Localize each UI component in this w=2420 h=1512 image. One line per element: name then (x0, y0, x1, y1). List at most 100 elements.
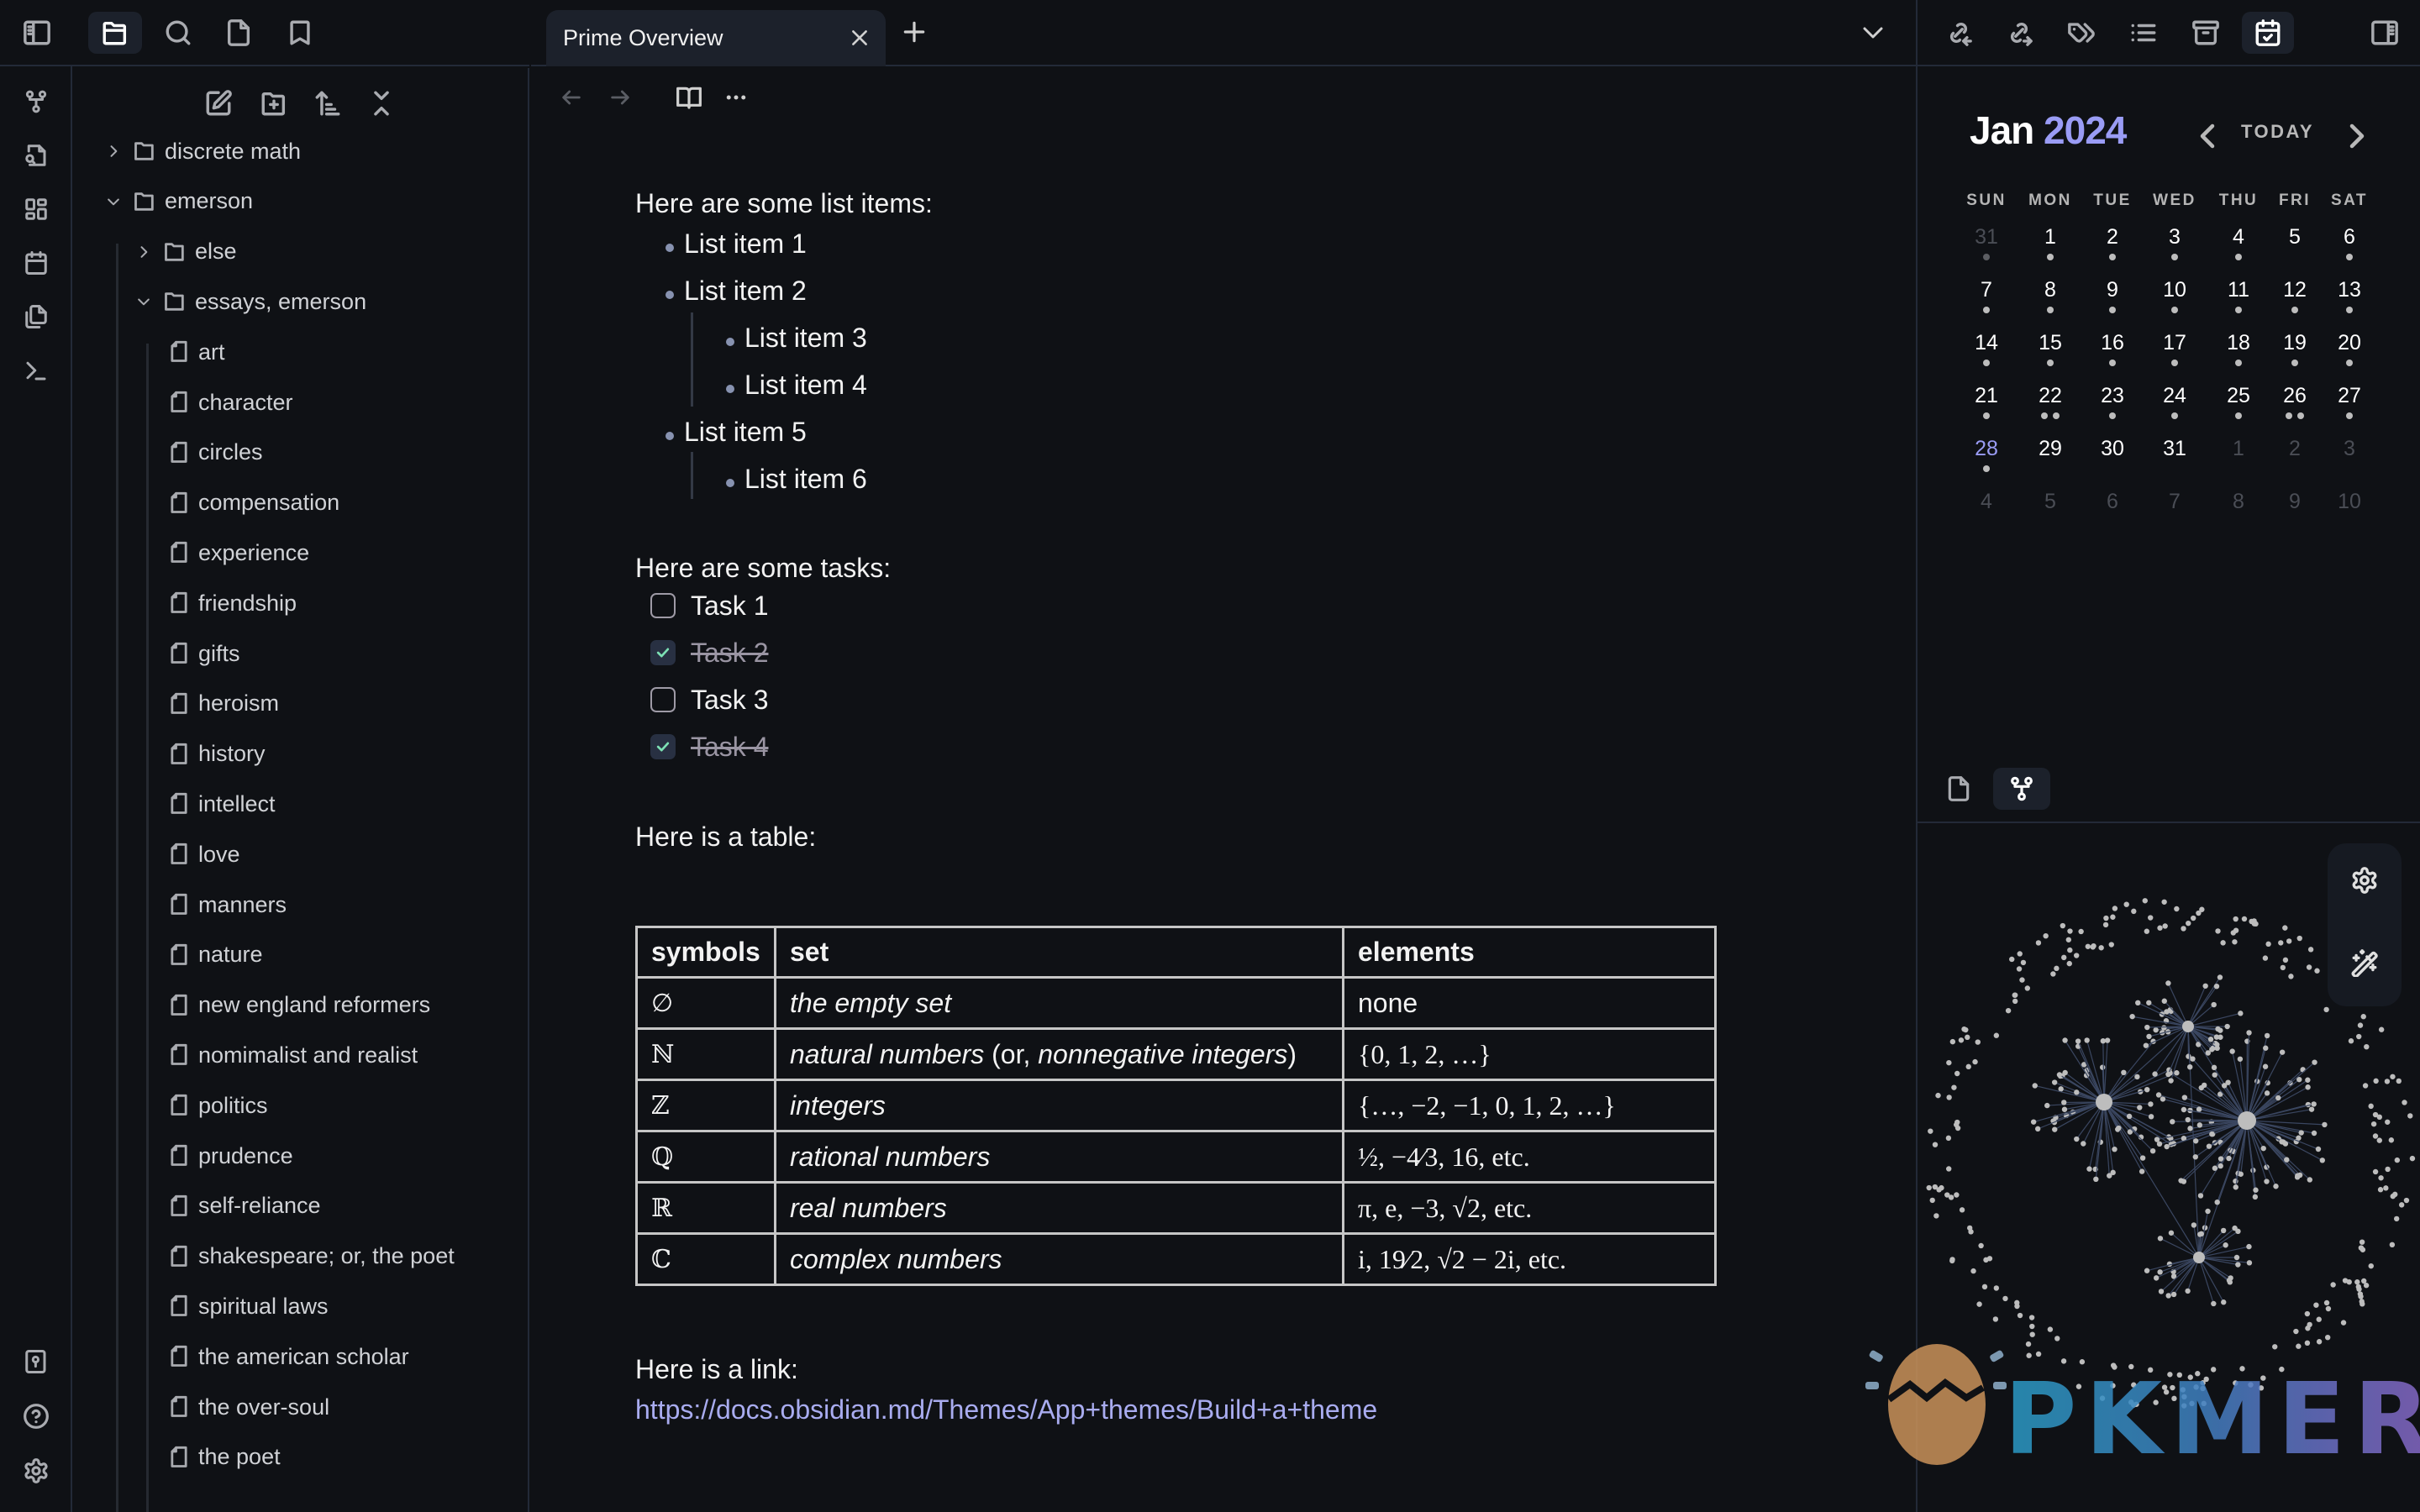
graph-node[interactable] (2200, 1385, 2206, 1392)
graph-node[interactable] (2221, 1299, 2227, 1305)
graph-node[interactable] (1933, 1213, 1939, 1219)
graph-node[interactable] (2108, 942, 2114, 948)
graph-node[interactable] (2305, 1084, 2311, 1090)
tree-file[interactable]: character (161, 379, 293, 426)
graph-node[interactable] (2148, 1101, 2154, 1107)
graph-node[interactable] (2205, 1208, 2211, 1215)
graph-node[interactable] (2044, 1102, 2050, 1109)
graph-node[interactable] (2155, 1092, 2162, 1098)
chevron-right-icon[interactable] (131, 239, 156, 265)
graph-node[interactable] (2372, 1168, 2379, 1175)
graph-node[interactable] (2293, 1328, 2299, 1335)
graph-node[interactable] (2051, 1079, 2058, 1085)
unchecked-checkbox[interactable] (650, 593, 676, 618)
vault-icon[interactable] (18, 1344, 54, 1379)
calendar-day[interactable]: 20 (2320, 331, 2379, 355)
graph-node[interactable] (2246, 1260, 2253, 1266)
graph-node[interactable] (2032, 1083, 2038, 1089)
calendar-check-icon[interactable] (2242, 12, 2294, 54)
graph-node[interactable] (2148, 915, 2154, 921)
graph-node[interactable] (2272, 1344, 2278, 1350)
graph-node[interactable] (2181, 1394, 2187, 1400)
graph-node[interactable] (2074, 1136, 2080, 1142)
graph-node[interactable] (2121, 1069, 2127, 1076)
graph-node[interactable] (2165, 1293, 2171, 1299)
graph-node[interactable] (2210, 1367, 2217, 1373)
chevron-right-icon[interactable] (2344, 121, 2370, 151)
graph-node[interactable] (2251, 921, 2258, 927)
graph-node[interactable] (2009, 956, 2015, 963)
graph-node[interactable] (2052, 1126, 2058, 1132)
calendar-day[interactable]: 9 (2083, 278, 2142, 302)
graph-node[interactable] (2028, 1315, 2035, 1320)
graph-node[interactable] (2079, 1359, 2086, 1365)
graph-node[interactable] (2224, 1023, 2230, 1030)
graph-node[interactable] (1993, 1285, 2000, 1291)
graph-node[interactable] (2112, 1364, 2118, 1370)
calendar-day[interactable]: 22 (2021, 384, 2080, 408)
graph-node[interactable] (1965, 1034, 1970, 1041)
graph-node[interactable] (2356, 1286, 2362, 1292)
graph-node[interactable] (2012, 998, 2018, 1005)
files-icon[interactable] (18, 299, 54, 334)
graph-node[interactable] (2296, 935, 2302, 942)
graph-node[interactable] (2016, 966, 2023, 972)
graph-node[interactable] (2081, 1141, 2086, 1147)
graph-node[interactable] (2153, 1026, 2159, 1033)
graph-node[interactable] (2062, 1069, 2068, 1076)
graph-node[interactable] (2360, 1014, 2366, 1020)
tree-file[interactable]: manners (161, 881, 287, 928)
settings-icon[interactable] (18, 1453, 54, 1488)
graph-node[interactable] (2377, 1187, 2384, 1193)
graph-node[interactable] (2264, 1032, 2270, 1039)
graph-node[interactable] (2180, 1387, 2186, 1393)
graph-node[interactable] (2407, 1113, 2413, 1119)
graph-node[interactable] (2211, 1064, 2217, 1071)
graph-node[interactable] (2171, 1395, 2177, 1402)
graph-node[interactable] (1949, 1257, 1955, 1264)
graph-node[interactable] (2363, 1283, 2370, 1289)
graph-node[interactable] (2262, 955, 2269, 961)
graph-node[interactable] (2185, 1288, 2191, 1294)
graph-node[interactable] (2137, 1105, 2143, 1110)
graph-node[interactable] (2191, 1222, 2197, 1228)
graph-node[interactable] (2148, 1114, 2154, 1120)
chevron-down-icon[interactable] (131, 289, 156, 314)
graph-node[interactable] (2213, 1034, 2220, 1040)
graph-node[interactable] (2304, 1310, 2311, 1317)
graph-node[interactable] (2153, 1275, 2160, 1281)
graph-node[interactable] (2296, 1135, 2302, 1141)
graph-node[interactable] (2187, 1374, 2193, 1380)
graph-node[interactable] (2372, 1133, 2379, 1139)
graph-node[interactable] (2043, 932, 2049, 939)
graph-node[interactable] (2319, 1158, 2326, 1163)
graph-node[interactable] (2253, 1187, 2259, 1193)
graph-node[interactable] (2217, 974, 2223, 980)
graph-node[interactable] (2238, 1011, 2244, 1016)
graph-node[interactable] (2161, 998, 2167, 1004)
graph-node[interactable] (2305, 1077, 2311, 1083)
calendar-day[interactable]: 4 (2209, 225, 2268, 249)
graph-node[interactable] (2067, 947, 2073, 953)
graph-node[interactable] (1970, 1268, 1976, 1274)
calendar-day[interactable]: 18 (2209, 331, 2268, 355)
graph-node[interactable] (2360, 1301, 2365, 1307)
graph-node[interactable] (2161, 1025, 2167, 1031)
tree-file[interactable]: gifts (161, 630, 240, 677)
graph-node[interactable] (1929, 1197, 1935, 1204)
graph-node[interactable] (1958, 1037, 1965, 1043)
graph-node[interactable] (2153, 1399, 2159, 1405)
graph-node[interactable] (1946, 1095, 1952, 1100)
graph-node[interactable] (2284, 1157, 2290, 1163)
graph-node[interactable] (2278, 940, 2284, 946)
graph-node[interactable] (2237, 1056, 2244, 1062)
calendar-day[interactable]: 12 (2265, 278, 2324, 302)
graph-node[interactable] (2378, 1175, 2384, 1181)
tab-prime-overview[interactable]: Prime Overview (546, 10, 886, 66)
calendar-day[interactable]: 2 (2083, 225, 2142, 249)
graph-node[interactable] (2152, 1071, 2158, 1077)
tree-file[interactable]: experience (161, 529, 309, 576)
graph-node[interactable] (2364, 1043, 2370, 1050)
graph-node[interactable] (2202, 983, 2208, 989)
graph-node[interactable] (2233, 927, 2239, 933)
